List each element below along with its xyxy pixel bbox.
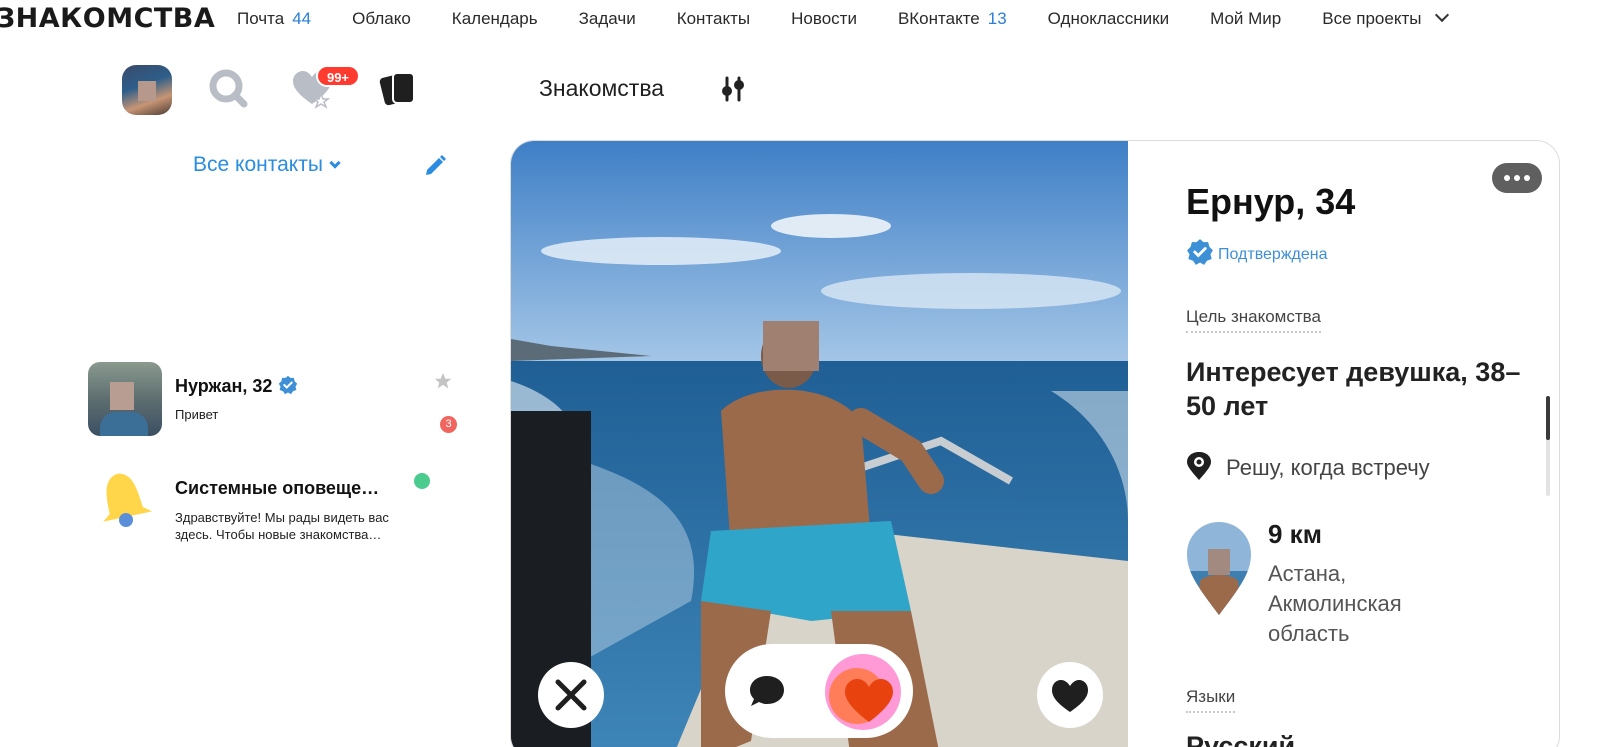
nav-item-all-projects[interactable]: Все проекты xyxy=(1322,7,1450,29)
edit-icon[interactable] xyxy=(423,154,447,178)
dislike-button[interactable] xyxy=(538,662,604,728)
scrollbar[interactable] xyxy=(1546,396,1550,496)
verified-icon xyxy=(279,375,298,395)
message-button[interactable] xyxy=(744,668,790,714)
nav-item-label: ВКонтакте xyxy=(897,9,980,28)
likes-badge: 99+ xyxy=(316,65,360,87)
more-icon xyxy=(1514,175,1520,181)
contacts-filter-label: Все контакты xyxy=(193,153,323,176)
verified-label: Подтверждена xyxy=(1218,246,1328,263)
heart-icon xyxy=(1052,680,1088,712)
nav-item-label: Все проекты xyxy=(1322,9,1422,28)
nav-items: Почта 44 Облако Календарь Задачи Контакты… xyxy=(237,7,1488,29)
profile-card: Ернур, 34 Подтверждена Цель знакомства И… xyxy=(510,140,1560,747)
close-icon xyxy=(555,679,587,711)
chat-name-row: Нуржан, 32 xyxy=(175,375,298,397)
nav-item-tasks[interactable]: Задачи xyxy=(579,9,636,29)
chevron-down-icon xyxy=(329,157,341,169)
distance: 9 км xyxy=(1268,519,1322,549)
chat-list-item[interactable]: Системные оповеще… Здравствуйте! Мы рады… xyxy=(86,465,466,542)
nav-item-ok[interactable]: Одноклассники xyxy=(1048,9,1169,29)
nav-mail-count: 44 xyxy=(292,9,312,28)
nav-item-mail[interactable]: Почта 44 xyxy=(237,9,311,29)
nav-item-calendar[interactable]: Календарь xyxy=(452,9,538,29)
more-button[interactable] xyxy=(1492,163,1542,193)
avatar-blur xyxy=(110,382,134,410)
chat-name: Системные оповеще… xyxy=(175,478,380,498)
nav-item-cloud[interactable]: Облако xyxy=(352,9,411,29)
chat-icon xyxy=(750,676,784,706)
nav-item-contacts[interactable]: Контакты xyxy=(677,9,750,29)
avatar xyxy=(88,362,162,436)
unread-count-badge: 3 xyxy=(440,416,457,433)
bell-icon xyxy=(103,473,153,527)
chat-last-message: Здравствуйте! Мы рады видеть вас здесь. … xyxy=(175,510,389,542)
verified-status: Подтверждена xyxy=(1186,238,1328,266)
chat-last-message: Привет xyxy=(175,407,219,422)
more-icon xyxy=(1504,175,1510,181)
location-pin-avatar xyxy=(1187,522,1251,615)
meeting-text: Решу, когда встречу xyxy=(1226,455,1430,480)
more-icon xyxy=(1524,175,1530,181)
goal-label: Цель знакомства xyxy=(1186,307,1321,333)
languages-label: Языки xyxy=(1186,687,1236,713)
nav-vk-count: 13 xyxy=(987,9,1007,28)
my-avatar[interactable] xyxy=(122,65,172,115)
avatar-shirt xyxy=(100,412,148,436)
star-icon[interactable] xyxy=(434,372,452,390)
heart-icon xyxy=(825,654,901,730)
chevron-down-icon xyxy=(1435,7,1450,23)
verified-icon xyxy=(1187,239,1213,265)
goal-text: Интересует девушка, 38–50 лет xyxy=(1186,357,1521,421)
chat-list-item[interactable]: Нуржан, 32 Привет 3 xyxy=(86,362,466,437)
brand-logo[interactable]: ЗНАКОМСТВА xyxy=(0,3,215,34)
page-title: Знакомства xyxy=(539,75,665,101)
like-button[interactable] xyxy=(1037,662,1103,728)
contacts-filter-dropdown[interactable]: Все контакты xyxy=(193,153,341,177)
cards-icon[interactable] xyxy=(378,68,420,110)
chat-name: Нуржан, 32 xyxy=(175,376,273,396)
filter-icon[interactable] xyxy=(720,76,746,102)
scrollbar-thumb[interactable] xyxy=(1546,396,1550,440)
top-nav: ЗНАКОМСТВА Почта 44 Облако Календарь Зада… xyxy=(0,0,1600,40)
location-text: Астана, Акмолинская область xyxy=(1268,561,1402,646)
profile-info: Ернур, 34 Подтверждена Цель знакомства И… xyxy=(1128,141,1559,747)
meeting-row: Решу, когда встречу xyxy=(1186,451,1430,481)
profile-name: Ернур, 34 xyxy=(1186,181,1356,222)
status-dot xyxy=(414,473,430,489)
nav-item-news[interactable]: Новости xyxy=(791,9,857,29)
search-icon[interactable] xyxy=(208,68,250,110)
eye-pin-icon xyxy=(1187,452,1211,480)
nav-item-myworld[interactable]: Мой Мир xyxy=(1210,9,1281,29)
avatar-blur xyxy=(138,81,156,101)
nav-item-vk[interactable]: ВКонтакте 13 xyxy=(898,9,1007,29)
language-value: Русский xyxy=(1186,731,1296,747)
superlike-button[interactable] xyxy=(823,652,903,732)
nav-item-label: Почта xyxy=(237,9,285,28)
